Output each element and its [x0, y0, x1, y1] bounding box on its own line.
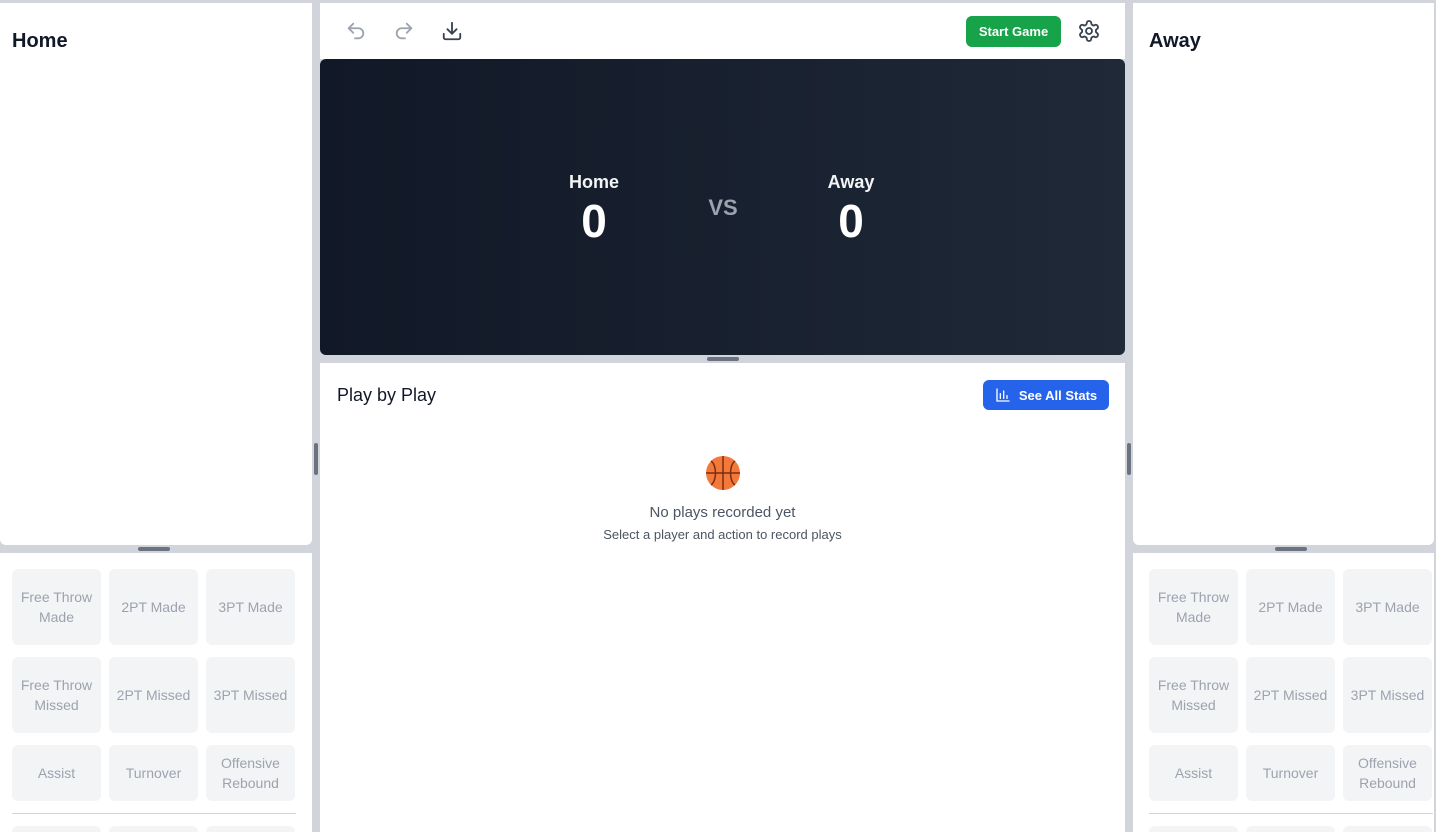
game-toolbar: Start Game: [320, 3, 1125, 59]
see-all-stats-label: See All Stats: [1018, 387, 1098, 403]
home-score: 0: [581, 195, 607, 247]
home-action-peek[interactable]: [12, 826, 101, 832]
away-free-throw-missed-button[interactable]: Free Throw Missed: [1149, 657, 1238, 733]
away-roster-panel: Away: [1133, 3, 1434, 545]
see-all-stats-button[interactable]: See All Stats: [983, 380, 1109, 410]
empty-state: No plays recorded yet Select a player an…: [320, 455, 1125, 542]
away-action-peek[interactable]: [1246, 826, 1335, 832]
away-2pt-missed-button[interactable]: 2PT Missed: [1246, 657, 1335, 733]
gear-icon[interactable]: [1075, 17, 1103, 45]
home-team-name: Home: [568, 172, 619, 192]
redo-icon[interactable]: [390, 17, 418, 45]
play-by-play-title: Play by Play: [337, 385, 437, 405]
away-score: 0: [838, 195, 864, 247]
download-icon[interactable]: [438, 17, 466, 45]
undo-icon[interactable]: [342, 17, 370, 45]
home-action-peek[interactable]: [109, 826, 198, 832]
home-3pt-made-button[interactable]: 3PT Made: [206, 569, 295, 645]
empty-state-title: No plays recorded yet: [649, 504, 796, 521]
home-actions-divider: [12, 813, 296, 814]
away-free-throw-made-button[interactable]: Free Throw Made: [1149, 569, 1238, 645]
away-panel-resize-handle[interactable]: [1275, 547, 1307, 551]
home-assist-button[interactable]: Assist: [12, 745, 101, 801]
away-2pt-made-button[interactable]: 2PT Made: [1246, 569, 1335, 645]
away-score-block: Away 0: [791, 171, 911, 247]
home-action-peek[interactable]: [206, 826, 295, 832]
scoreboard: Home 0 VS Away 0: [320, 59, 1125, 355]
home-score-block: Home 0: [534, 171, 654, 247]
away-action-grid: Free Throw Made 2PT Made 3PT Made Free T…: [1149, 569, 1432, 801]
home-3pt-missed-button[interactable]: 3PT Missed: [206, 657, 295, 733]
away-roster-title: Away: [1149, 30, 1201, 52]
away-action-peek[interactable]: [1343, 826, 1432, 832]
home-panel-resize-handle[interactable]: [138, 547, 170, 551]
home-2pt-made-button[interactable]: 2PT Made: [109, 569, 198, 645]
scoreboard-resize-handle[interactable]: [707, 357, 739, 361]
basketball-icon: [705, 456, 740, 490]
away-offensive-rebound-button[interactable]: Offensive Rebound: [1343, 745, 1432, 801]
home-free-throw-made-button[interactable]: Free Throw Made: [12, 569, 101, 645]
home-roster-title: Home: [12, 30, 68, 52]
home-actions-panel: Free Throw Made 2PT Made 3PT Made Free T…: [0, 553, 312, 832]
versus-label: VS: [708, 195, 738, 220]
app-root: Home Free Throw Made 2PT Made 3PT Made F…: [0, 0, 1436, 832]
start-game-button[interactable]: Start Game: [966, 16, 1061, 47]
home-action-grid: Free Throw Made 2PT Made 3PT Made Free T…: [12, 569, 295, 801]
away-assist-button[interactable]: Assist: [1149, 745, 1238, 801]
empty-state-subtitle: Select a player and action to record pla…: [603, 527, 842, 542]
home-offensive-rebound-button[interactable]: Offensive Rebound: [206, 745, 295, 801]
away-3pt-missed-button[interactable]: 3PT Missed: [1343, 657, 1432, 733]
home-2pt-missed-button[interactable]: 2PT Missed: [109, 657, 198, 733]
bar-chart-icon: [996, 388, 1010, 402]
home-turnover-button[interactable]: Turnover: [109, 745, 198, 801]
left-column-resize-handle[interactable]: [314, 443, 318, 475]
home-roster-panel: Home: [0, 3, 312, 545]
right-column-resize-handle[interactable]: [1127, 443, 1131, 475]
away-actions-panel: Free Throw Made 2PT Made 3PT Made Free T…: [1133, 553, 1434, 832]
away-action-peek[interactable]: [1149, 826, 1238, 832]
away-turnover-button[interactable]: Turnover: [1246, 745, 1335, 801]
away-actions-divider: [1149, 813, 1433, 814]
away-3pt-made-button[interactable]: 3PT Made: [1343, 569, 1432, 645]
home-actions-next-row: [12, 826, 295, 832]
away-team-name: Away: [827, 172, 875, 192]
play-by-play-panel: Play by Play See All Stats No plays reco…: [320, 363, 1125, 832]
home-free-throw-missed-button[interactable]: Free Throw Missed: [12, 657, 101, 733]
away-actions-next-row: [1149, 826, 1432, 832]
